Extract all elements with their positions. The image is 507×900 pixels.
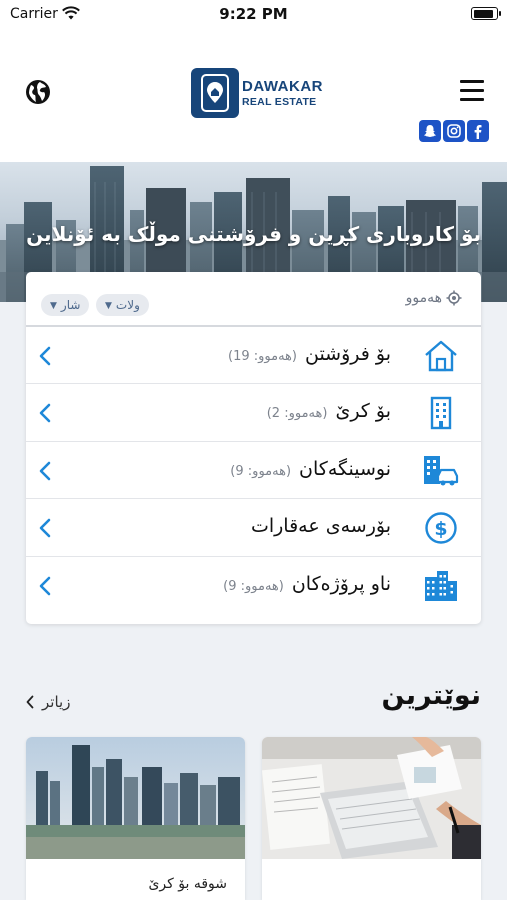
location-target-icon xyxy=(446,290,462,306)
category-row-real-estate-exchange[interactable]: $ بۆرسەی عەقارات xyxy=(26,499,481,557)
chevron-left-icon xyxy=(26,695,34,709)
category-count: (هەموو: 9) xyxy=(230,463,292,479)
chevron-left-icon xyxy=(39,576,51,595)
svg-text:$: $ xyxy=(434,518,447,540)
category-label: بۆ فرۆشتن xyxy=(304,343,391,365)
brand-logo[interactable]: DAWAKAR REAL ESTATE xyxy=(191,68,323,118)
logo-mark xyxy=(191,68,239,118)
category-label: بۆرسەی عەقارات xyxy=(250,515,391,538)
country-chip[interactable]: ▼ ولات xyxy=(96,294,149,316)
status-bar: Carrier 9:22 PM xyxy=(0,0,507,30)
filter-all-button[interactable]: هەموو xyxy=(406,290,462,306)
apartment-building-icon xyxy=(430,397,452,430)
snapchat-icon[interactable] xyxy=(419,120,441,142)
office-car-icon xyxy=(424,455,459,486)
category-row-for-rent[interactable]: بۆ کرێ (هەموو: 2) xyxy=(26,384,481,442)
category-card: هەموو ▼ ولات ▼ شار بۆ فرۆشتن(هەموو: 19) بۆ… xyxy=(26,272,481,624)
category-label: ناو پرۆژەکان xyxy=(291,572,391,595)
filter-all-label: هەموو xyxy=(405,290,442,306)
instagram-icon[interactable] xyxy=(443,120,465,142)
logo-subtitle: REAL ESTATE xyxy=(242,95,317,108)
city-skyline-photo xyxy=(26,737,245,859)
chevron-left-icon xyxy=(39,461,51,481)
listing-card[interactable] xyxy=(262,737,481,900)
globe-icon[interactable] xyxy=(24,78,52,106)
city-chip[interactable]: ▼ شار xyxy=(41,294,90,316)
see-more-link[interactable]: زیاتر xyxy=(26,693,70,711)
country-chip-label: ولات xyxy=(115,298,140,312)
chevron-left-icon xyxy=(39,518,51,538)
dollar-circle-icon: $ xyxy=(425,512,457,544)
app-header: DAWAKAR REAL ESTATE xyxy=(0,30,507,162)
see-more-label: زیاتر xyxy=(42,693,71,711)
category-row-projects[interactable]: ناو پرۆژەکان (هەموو: 9) xyxy=(26,557,481,614)
facebook-icon[interactable] xyxy=(467,120,489,142)
category-row-offices[interactable]: نوسینگەکان (هەموو: 9) xyxy=(26,442,481,500)
listing-card[interactable]: شوقە بۆ کرێ xyxy=(26,737,245,900)
category-count: (هەموو: 19) xyxy=(227,349,297,364)
hamburger-menu-icon[interactable] xyxy=(460,80,484,102)
chevron-left-icon xyxy=(39,404,51,423)
city-chip-label: شار xyxy=(60,298,81,312)
category-count: (هەموو: 9) xyxy=(223,578,284,594)
city-buildings-icon xyxy=(425,570,457,601)
category-count: (هەموو: 2) xyxy=(266,406,328,422)
location-filter: هەموو ▼ ولات ▼ شار xyxy=(26,272,481,327)
category-label: بۆ کرێ xyxy=(335,400,391,423)
battery-icon xyxy=(471,7,501,20)
chevron-down-icon: ▼ xyxy=(50,301,57,311)
category-label: نوسینگەکان xyxy=(299,457,391,480)
clock: 9:22 PM xyxy=(219,5,288,23)
house-icon xyxy=(425,340,457,372)
chevron-left-icon xyxy=(39,346,51,366)
hero-title: بۆ کاروباری کڕین و فرۆشتنی موڵک بە ئۆنلا… xyxy=(26,222,481,246)
logo-title: DAWAKAR xyxy=(242,78,323,96)
newest-section-title: نوێترین xyxy=(381,680,481,711)
listing-title: شوقە بۆ کرێ xyxy=(148,876,227,892)
category-row-for-sale[interactable]: بۆ فرۆشتن (هەموو: 19) xyxy=(26,327,481,385)
office-desk-laptop-photo xyxy=(262,737,481,859)
chevron-down-icon: ▼ xyxy=(105,301,112,311)
